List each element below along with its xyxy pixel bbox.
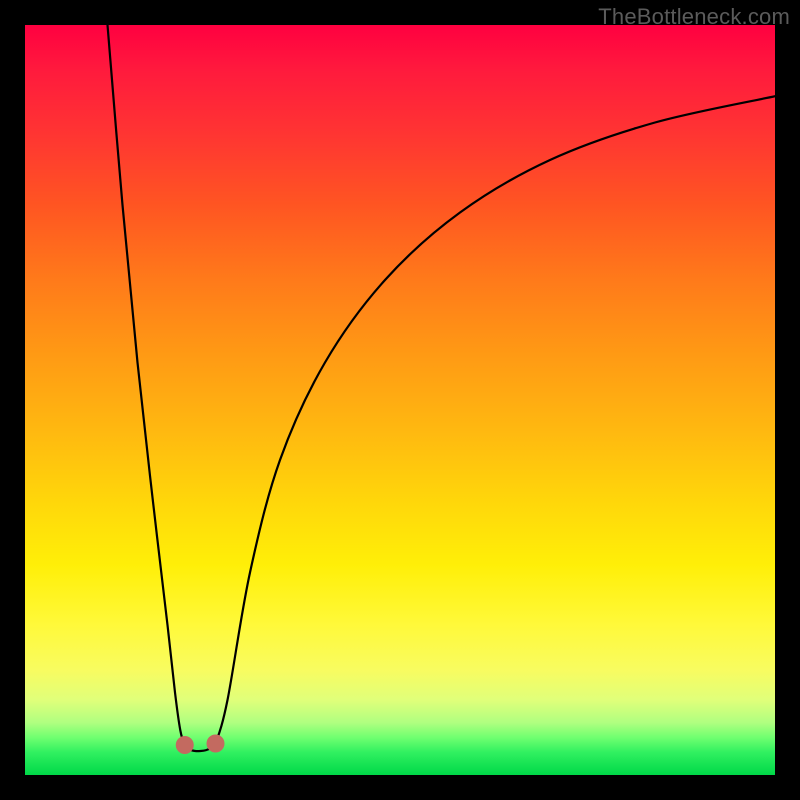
curve-layer — [25, 25, 775, 775]
attribution-watermark: TheBottleneck.com — [598, 4, 790, 30]
valley-left-marker — [176, 736, 194, 754]
valley-right-marker — [207, 735, 225, 753]
plot-area — [25, 25, 775, 775]
bottleneck-curve-path — [108, 25, 776, 751]
chart-frame: TheBottleneck.com — [0, 0, 800, 800]
